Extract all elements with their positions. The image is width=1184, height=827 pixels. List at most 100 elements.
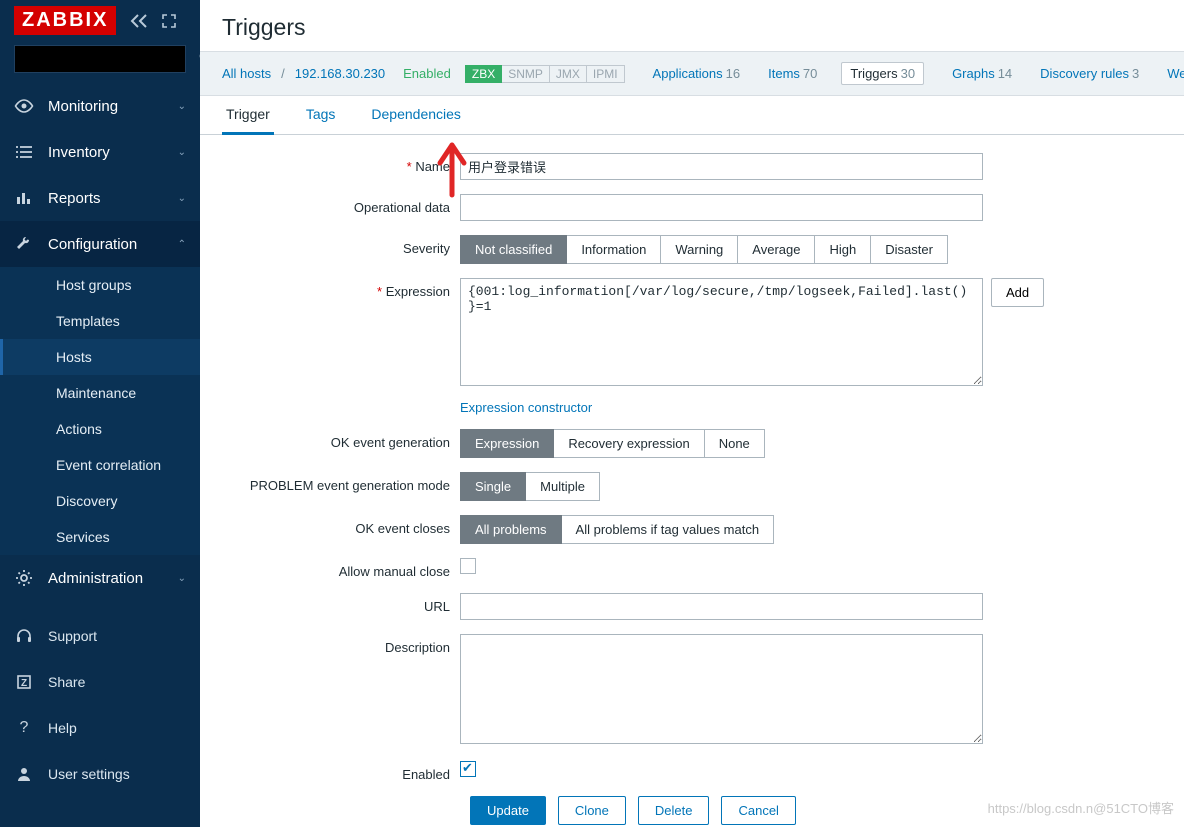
enabled-label: Enabled	[403, 66, 451, 81]
user-icon	[14, 766, 34, 782]
list-icon	[14, 145, 34, 159]
severity-group: Not classified Information Warning Avera…	[460, 235, 948, 264]
opdata-input[interactable]	[460, 194, 983, 221]
filter-bar: All hosts / 192.168.30.230 Enabled ZBX S…	[200, 51, 1184, 96]
collapse-icon[interactable]	[130, 14, 148, 28]
manual-label: Allow manual close	[222, 558, 460, 579]
main: Triggers All hosts / 192.168.30.230 Enab…	[200, 0, 1184, 827]
probmode-multiple[interactable]: Multiple	[526, 472, 600, 501]
clone-button[interactable]: Clone	[558, 796, 626, 825]
bar-chart-icon	[14, 191, 34, 205]
nav-monitoring[interactable]: Monitoring ⌄	[0, 83, 200, 129]
proto-zbx[interactable]: ZBX	[465, 65, 502, 83]
page-title: Triggers	[200, 0, 1184, 51]
link-triggers[interactable]: Triggers30	[841, 62, 924, 85]
sub-discovery[interactable]: Discovery	[0, 483, 200, 519]
share-icon: Z	[14, 675, 34, 689]
link-items[interactable]: Items70	[768, 66, 817, 81]
link-applications[interactable]: Applications16	[653, 66, 741, 81]
expr-constructor-link[interactable]: Expression constructor	[460, 400, 592, 415]
sub-hosts[interactable]: Hosts	[0, 339, 200, 375]
url-label: URL	[222, 593, 460, 614]
proto-ipmi[interactable]: IPMI	[587, 65, 625, 83]
question-icon: ?	[14, 719, 34, 737]
nav-configuration-label: Configuration	[48, 236, 137, 253]
okclose-tag[interactable]: All problems if tag values match	[562, 515, 775, 544]
sub-hostgroups[interactable]: Host groups	[0, 267, 200, 303]
tab-tags[interactable]: Tags	[302, 96, 340, 134]
desc-input[interactable]	[460, 634, 983, 744]
desc-label: Description	[222, 634, 460, 655]
cancel-button[interactable]: Cancel	[721, 796, 795, 825]
nav-monitoring-label: Monitoring	[48, 98, 118, 115]
enabled-form-label: Enabled	[222, 761, 460, 782]
footer-share[interactable]: Z Share	[0, 659, 200, 705]
okgen-expression[interactable]: Expression	[460, 429, 554, 458]
proto-snmp[interactable]: SNMP	[502, 65, 550, 83]
expr-input[interactable]	[460, 278, 983, 386]
svg-text:Z: Z	[21, 678, 27, 689]
wrench-icon	[14, 235, 34, 253]
proto-group: ZBX SNMP JMX IPMI	[465, 65, 625, 83]
eye-icon	[14, 99, 34, 113]
footer-support[interactable]: Support	[0, 613, 200, 659]
sub-actions[interactable]: Actions	[0, 411, 200, 447]
sev-high[interactable]: High	[815, 235, 871, 264]
chevron-up-icon: ⌃	[178, 239, 186, 250]
crumb-host[interactable]: 192.168.30.230	[295, 66, 385, 81]
expr-label: Expression	[222, 278, 460, 299]
logo[interactable]: ZABBIX	[14, 6, 116, 35]
crumb-allhosts[interactable]: All hosts	[222, 66, 271, 81]
sev-average[interactable]: Average	[738, 235, 815, 264]
proto-jmx[interactable]: JMX	[550, 65, 587, 83]
chevron-down-icon: ⌄	[178, 573, 186, 584]
probmode-single[interactable]: Single	[460, 472, 526, 501]
nav-administration-label: Administration	[48, 570, 143, 587]
sub-maintenance[interactable]: Maintenance	[0, 375, 200, 411]
crumb-sep: /	[281, 66, 285, 81]
delete-button[interactable]: Delete	[638, 796, 710, 825]
okgen-recovery[interactable]: Recovery expression	[554, 429, 704, 458]
url-input[interactable]	[460, 593, 983, 620]
okclose-all[interactable]: All problems	[460, 515, 562, 544]
nav-reports-label: Reports	[48, 190, 101, 207]
link-web[interactable]: Web sce	[1167, 66, 1184, 81]
name-input[interactable]	[460, 153, 983, 180]
sub-templates[interactable]: Templates	[0, 303, 200, 339]
sev-warning[interactable]: Warning	[661, 235, 738, 264]
opdata-label: Operational data	[222, 194, 460, 215]
sev-notclassified[interactable]: Not classified	[460, 235, 567, 264]
update-button[interactable]: Update	[470, 796, 546, 825]
gear-icon	[14, 569, 34, 587]
footer-help[interactable]: ? Help	[0, 705, 200, 751]
chevron-down-icon: ⌄	[178, 147, 186, 158]
okclose-label: OK event closes	[222, 515, 460, 536]
headset-icon	[14, 628, 34, 644]
chevron-down-icon: ⌄	[178, 193, 186, 204]
manual-checkbox[interactable]	[460, 558, 476, 574]
nav-administration[interactable]: Administration ⌄	[0, 555, 200, 601]
nav-inventory[interactable]: Inventory ⌄	[0, 129, 200, 175]
search-box[interactable]	[14, 45, 186, 73]
watermark: https://blog.csdn.n@51CTO博客	[988, 798, 1174, 817]
add-button[interactable]: Add	[991, 278, 1044, 307]
sev-information[interactable]: Information	[567, 235, 661, 264]
tab-dependencies[interactable]: Dependencies	[367, 96, 465, 134]
okgen-label: OK event generation	[222, 429, 460, 450]
severity-label: Severity	[222, 235, 460, 256]
nav-reports[interactable]: Reports ⌄	[0, 175, 200, 221]
nav-inventory-label: Inventory	[48, 144, 110, 161]
sub-eventcorr[interactable]: Event correlation	[0, 447, 200, 483]
sub-services[interactable]: Services	[0, 519, 200, 555]
footer-usersettings[interactable]: User settings	[0, 751, 200, 797]
enabled-checkbox[interactable]	[460, 761, 476, 777]
search-input[interactable]	[23, 52, 199, 67]
fullscreen-icon[interactable]	[162, 14, 176, 28]
probmode-label: PROBLEM event generation mode	[222, 472, 460, 493]
okgen-none[interactable]: None	[705, 429, 765, 458]
tab-trigger[interactable]: Trigger	[222, 96, 274, 135]
link-graphs[interactable]: Graphs14	[952, 66, 1012, 81]
nav-configuration[interactable]: Configuration ⌃	[0, 221, 200, 267]
sev-disaster[interactable]: Disaster	[871, 235, 948, 264]
link-discovery[interactable]: Discovery rules3	[1040, 66, 1139, 81]
